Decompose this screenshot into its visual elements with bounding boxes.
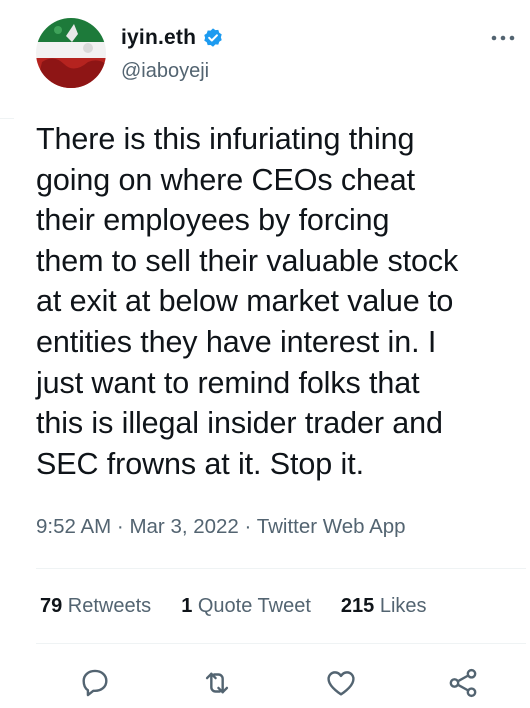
likes-stat[interactable]: 215 Likes [341, 595, 427, 618]
retweets-label: Retweets [62, 595, 152, 617]
verified-badge-icon [202, 27, 224, 49]
retweet-icon[interactable] [200, 666, 234, 700]
share-icon[interactable] [446, 666, 480, 700]
user-handle[interactable]: @iaboyeji [121, 60, 209, 83]
more-icon[interactable] [490, 30, 516, 41]
reply-icon[interactable] [78, 666, 112, 700]
quotes-label: Quote Tweet [192, 595, 311, 617]
divider [36, 568, 526, 569]
tweet-stats: 79 Retweets 1 Quote Tweet 215 Likes [40, 595, 457, 618]
likes-count: 215 [340, 595, 375, 617]
tweet-actions [36, 666, 526, 702]
retweets-stat[interactable]: 79 Retweets [40, 595, 151, 618]
tweet-source[interactable]: Twitter Web App [257, 515, 406, 538]
tweet-header: iyin.eth @iaboyeji [36, 18, 516, 88]
tweet-time[interactable]: 9:52 AM [36, 515, 111, 538]
tweet-text: There is this infuriating thing going on… [36, 122, 459, 481]
avatar[interactable] [36, 18, 106, 88]
meta-separator: · [238, 515, 257, 538]
left-divider [0, 118, 14, 119]
tweet-meta: 9:52 AM · Mar 3, 2022 · Twitter Web App [36, 515, 406, 539]
retweets-count: 79 [40, 595, 63, 617]
meta-separator: · [111, 515, 130, 538]
tweet-date[interactable]: Mar 3, 2022 [129, 515, 238, 538]
display-name[interactable]: iyin.eth [121, 26, 196, 50]
name-row[interactable]: iyin.eth [121, 26, 224, 50]
heart-icon[interactable] [324, 666, 358, 700]
quote-tweets-stat[interactable]: 1 Quote Tweet [181, 595, 311, 618]
quotes-count: 1 [181, 595, 193, 617]
divider [36, 643, 526, 644]
likes-label: Likes [374, 595, 427, 617]
